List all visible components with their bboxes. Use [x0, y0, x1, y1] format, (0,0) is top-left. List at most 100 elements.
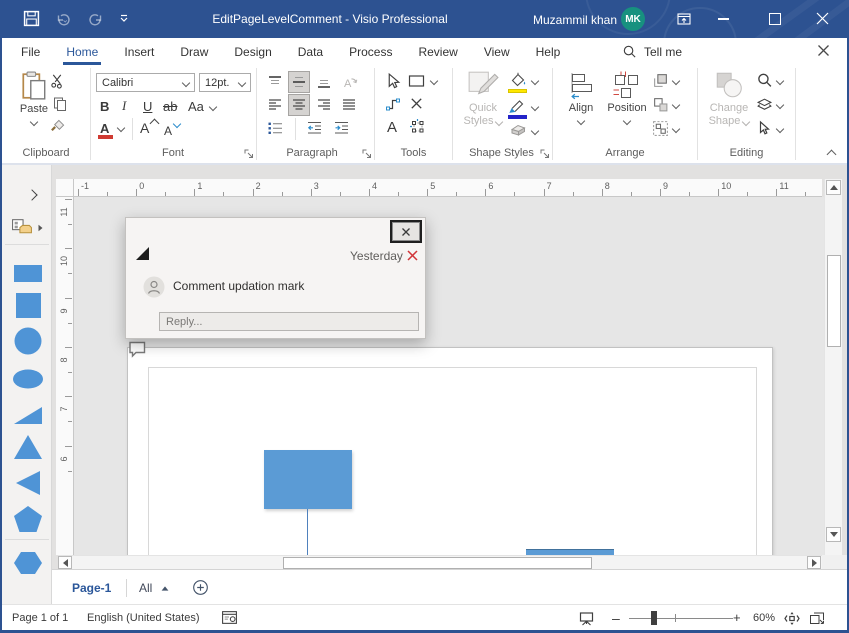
send-backward-chevron-icon[interactable] [672, 101, 680, 109]
layers-icon[interactable] [756, 96, 773, 113]
shrink-font-button[interactable]: A [164, 120, 172, 138]
font-name-select[interactable]: Calibri [96, 73, 195, 92]
stencil-shape-ellipse[interactable] [11, 362, 45, 396]
font-color-chevron-icon[interactable] [117, 124, 125, 132]
stencil-shape-triangle[interactable] [11, 430, 45, 464]
canvas-rectangle-shape[interactable] [264, 450, 352, 509]
fill-chevron-icon[interactable] [531, 77, 539, 85]
comment-delete-icon[interactable] [407, 250, 418, 261]
save-icon[interactable] [23, 10, 40, 27]
qat-customize-icon[interactable] [119, 14, 129, 23]
tab-help[interactable]: Help [523, 38, 574, 65]
horizontal-scrollbar[interactable] [58, 555, 822, 569]
fit-page-icon[interactable] [783, 610, 801, 627]
tab-view[interactable]: View [471, 38, 523, 65]
language-indicator[interactable]: English (United States) [87, 612, 200, 624]
font-color-button[interactable]: A [100, 118, 109, 136]
zoom-out-button[interactable]: – [612, 610, 620, 626]
close-document-icon[interactable] [817, 44, 830, 57]
vertical-scroll-thumb[interactable] [827, 255, 841, 347]
group-shapes-icon[interactable] [652, 120, 669, 137]
ribbon-display-options-icon[interactable] [676, 11, 692, 27]
shape-styles-dialog-launcher-icon[interactable] [540, 149, 550, 159]
presentation-mode-icon[interactable] [577, 610, 596, 627]
align-right-button[interactable] [313, 94, 335, 116]
justify-button[interactable] [338, 94, 360, 116]
text-rotate-button[interactable]: A [339, 71, 361, 93]
bullets-button[interactable] [264, 117, 286, 139]
zoom-in-button[interactable]: + [733, 610, 741, 625]
connector-tool-icon[interactable] [385, 96, 401, 112]
align-left-button[interactable] [264, 94, 286, 116]
scroll-right-button[interactable] [807, 556, 821, 569]
scroll-left-button[interactable] [58, 556, 72, 569]
stencil-flyout-icon[interactable] [39, 225, 43, 231]
format-painter-icon[interactable] [50, 119, 65, 134]
rectangle-tool-icon[interactable] [408, 74, 425, 88]
text-tool-button[interactable]: A [387, 118, 397, 136]
fill-icon[interactable] [508, 72, 527, 87]
effects-chevron-icon[interactable] [531, 127, 539, 135]
maximize-button[interactable] [769, 13, 781, 25]
scroll-up-button[interactable] [826, 180, 841, 195]
search-icon[interactable] [622, 44, 637, 59]
align-button[interactable]: Align [560, 70, 602, 124]
minimize-button[interactable] [718, 18, 729, 20]
align-middle-button[interactable] [288, 71, 310, 93]
expand-shapes-panel-icon[interactable] [26, 189, 37, 200]
redo-icon[interactable] [88, 11, 104, 27]
rectangle-tool-chevron-icon[interactable] [430, 77, 438, 85]
connection-point-tool-icon[interactable] [409, 96, 424, 111]
stencil-shape-circle[interactable] [11, 324, 45, 358]
tab-file[interactable]: File [8, 38, 53, 65]
underline-button[interactable]: U [143, 96, 152, 114]
position-button[interactable]: Position [603, 70, 651, 124]
all-pages-chevron-icon[interactable] [162, 586, 169, 590]
tab-data[interactable]: Data [285, 38, 336, 65]
close-window-button[interactable] [816, 12, 829, 25]
bold-button[interactable]: B [100, 96, 109, 114]
quick-styles-button[interactable]: Quick Styles [461, 70, 505, 128]
tab-insert[interactable]: Insert [111, 38, 167, 65]
undo-icon[interactable] [55, 11, 72, 27]
tab-draw[interactable]: Draw [167, 38, 221, 65]
select-icon[interactable] [756, 119, 772, 137]
select-chevron-icon[interactable] [776, 125, 784, 133]
stencil-shape-rectangle[interactable] [11, 256, 45, 290]
add-page-icon[interactable] [192, 579, 209, 596]
find-chevron-icon[interactable] [776, 77, 784, 85]
avatar[interactable]: MK [621, 7, 645, 31]
vertical-scrollbar[interactable] [824, 179, 842, 555]
bring-forward-icon[interactable] [652, 72, 669, 89]
comment-marker-icon[interactable] [128, 340, 147, 359]
stencil-shape-pentagon[interactable] [11, 502, 45, 536]
page-indicator[interactable]: Page 1 of 1 [12, 612, 68, 624]
align-center-button[interactable] [288, 94, 310, 116]
macro-record-icon[interactable] [221, 610, 238, 625]
pointer-tool-icon[interactable] [385, 72, 402, 90]
align-bottom-button[interactable] [313, 71, 335, 93]
stencil-shape-square[interactable] [11, 288, 45, 322]
paste-button[interactable]: Paste [14, 71, 54, 125]
stencil-shape-right-triangle[interactable] [11, 398, 45, 432]
stencil-shape-left-triangle[interactable] [11, 466, 45, 500]
decrease-indent-button[interactable] [303, 117, 325, 139]
tab-home[interactable]: Home [53, 38, 111, 65]
layers-chevron-icon[interactable] [776, 101, 784, 109]
comment-reply-input[interactable] [159, 312, 419, 331]
transform-tool-icon[interactable] [409, 118, 426, 135]
tell-me-label[interactable]: Tell me [644, 45, 682, 59]
grow-font-button[interactable]: A [140, 118, 149, 136]
collapse-ribbon-icon[interactable] [827, 150, 837, 160]
tab-design[interactable]: Design [221, 38, 284, 65]
line-chevron-icon[interactable] [531, 103, 539, 111]
switch-windows-icon[interactable] [808, 610, 826, 627]
page-tab[interactable]: Page-1 [72, 581, 111, 595]
zoom-slider-track[interactable] [629, 618, 733, 620]
change-case-button[interactable]: Aa [188, 96, 204, 114]
change-shape-button[interactable]: Change Shape [704, 70, 754, 128]
increase-indent-button[interactable] [330, 117, 352, 139]
stencil-shape-hexagon[interactable] [11, 546, 45, 580]
tab-review[interactable]: Review [405, 38, 470, 65]
cut-icon[interactable] [50, 73, 65, 89]
